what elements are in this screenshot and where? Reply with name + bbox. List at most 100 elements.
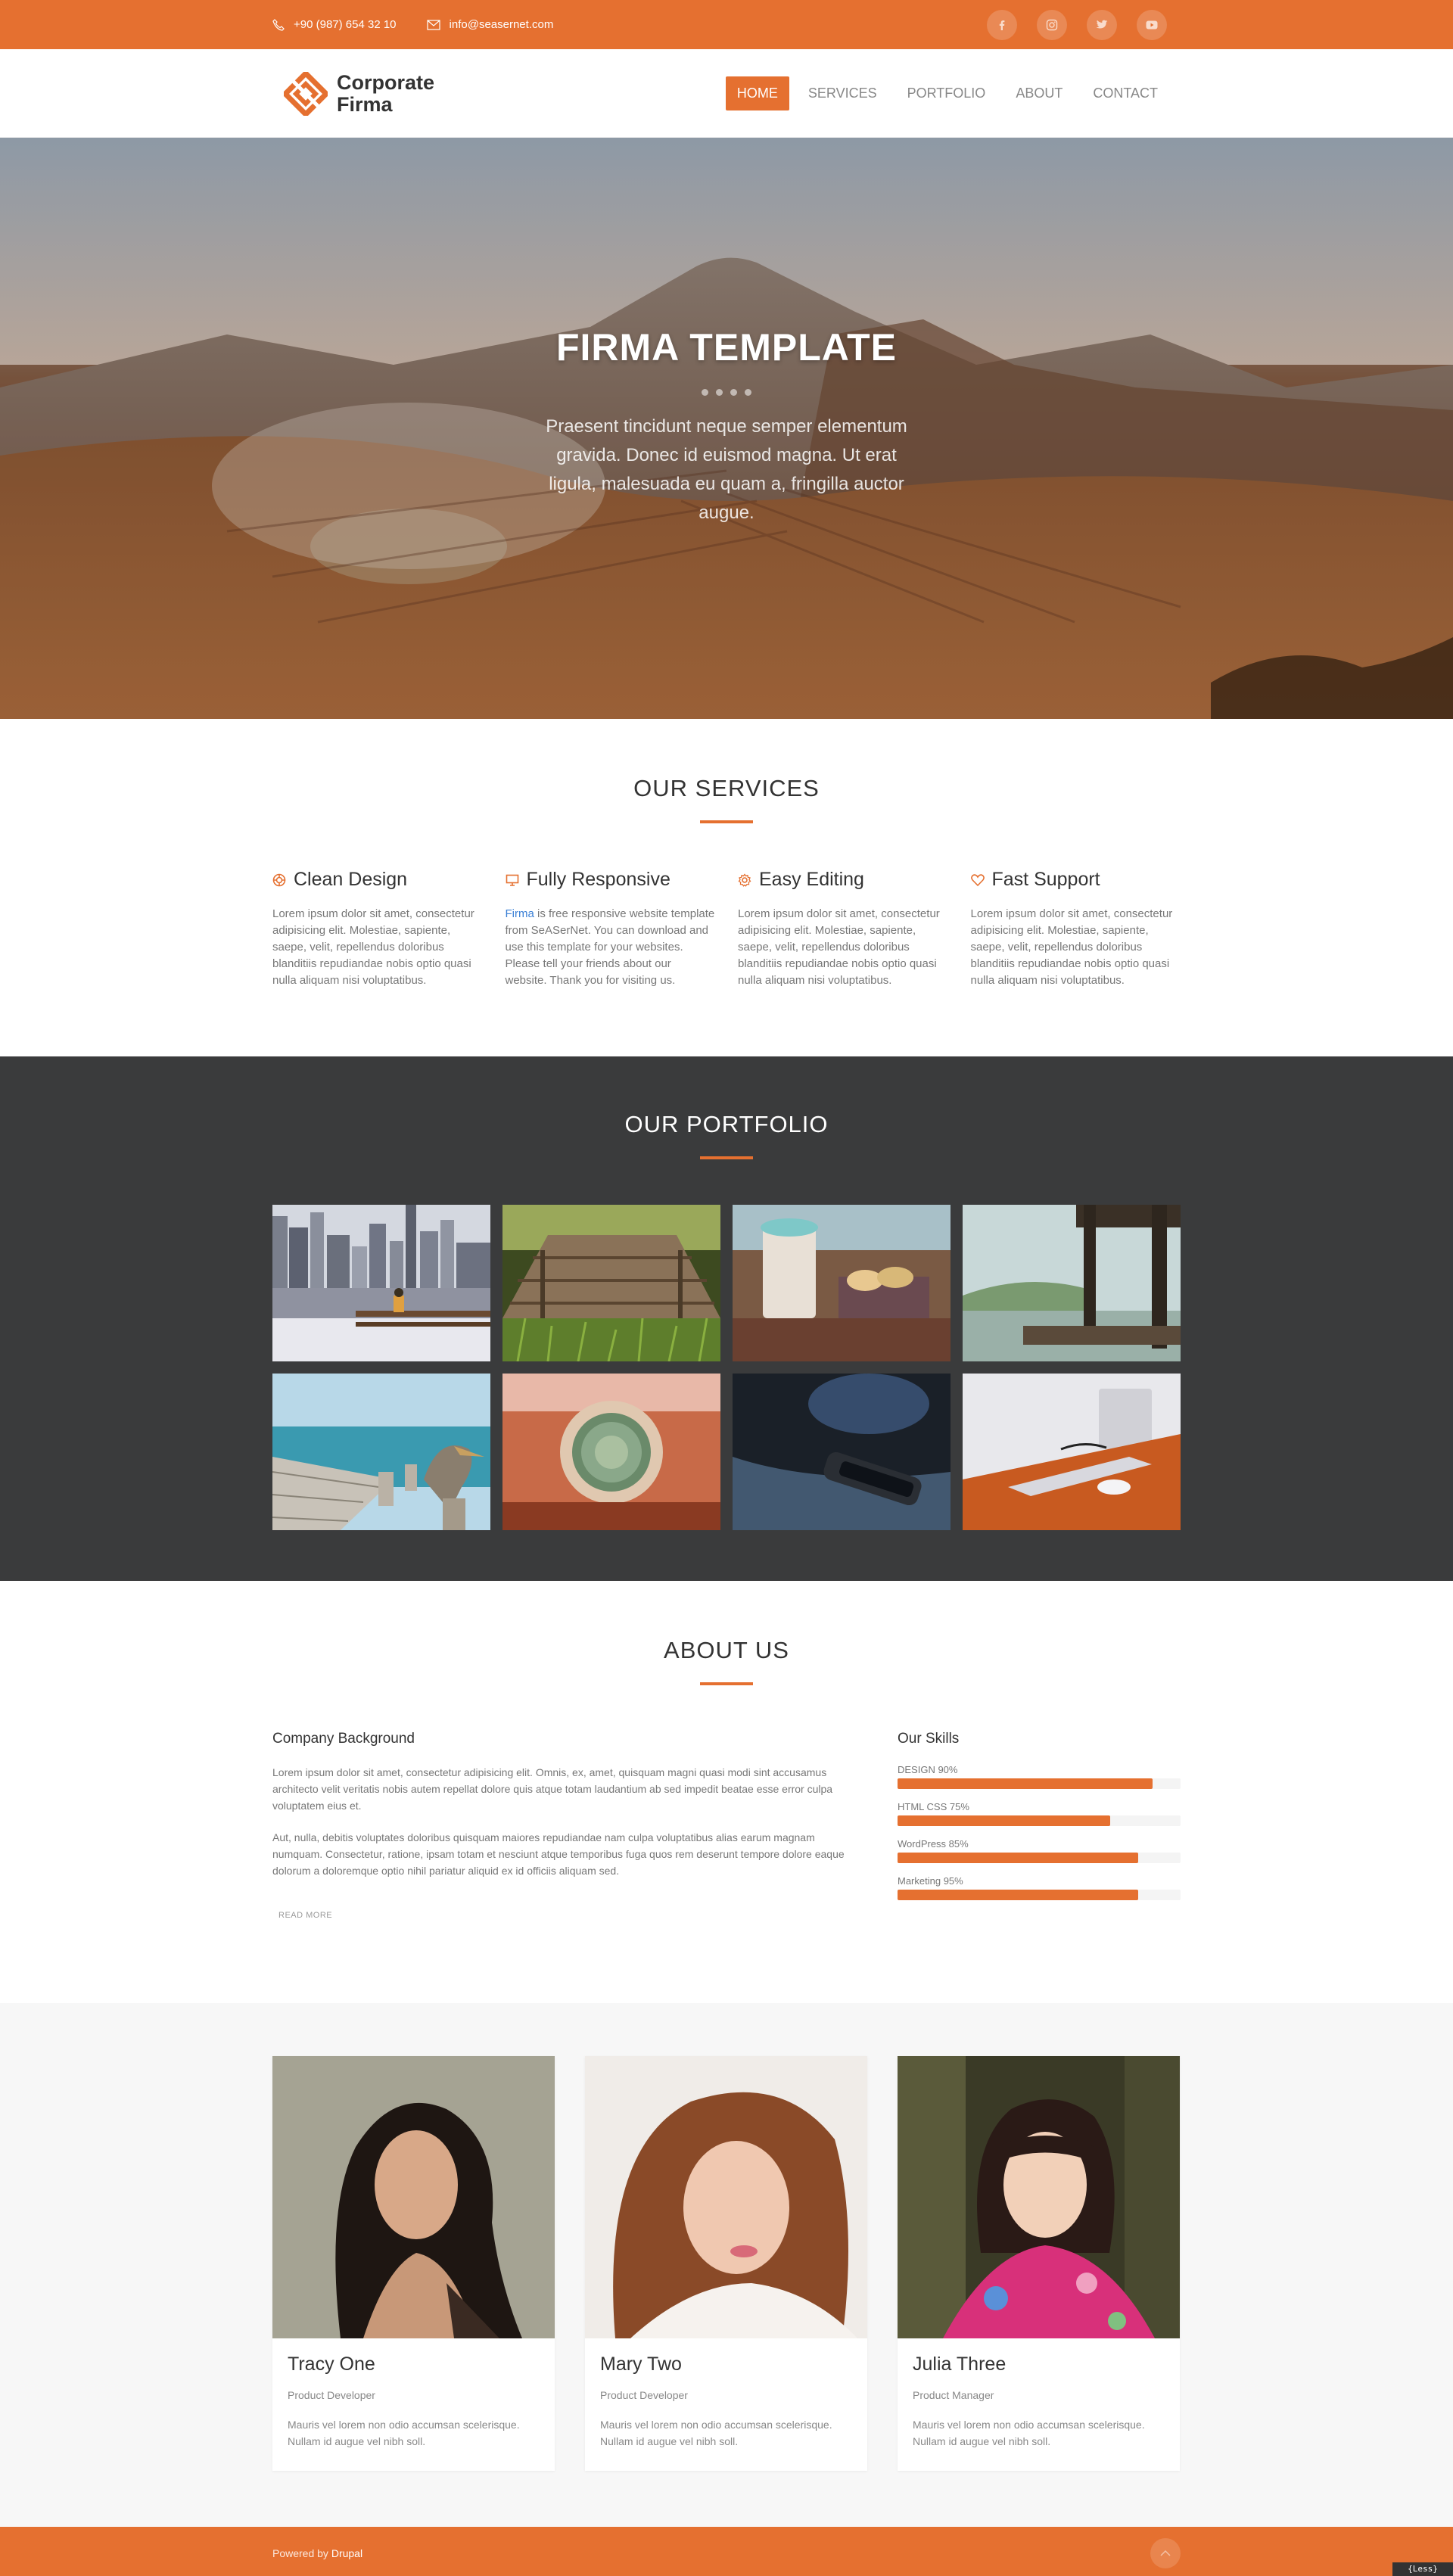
team-member-role: Product Developer — [600, 2389, 688, 2401]
portfolio-item-city-bench[interactable] — [272, 1205, 490, 1361]
nav-services[interactable]: SERVICES — [797, 76, 888, 110]
chevron-up-icon — [1160, 2550, 1171, 2556]
services-section: OUR SERVICES Clean Design Lorem ipsum do… — [0, 719, 1453, 1056]
portfolio-grid — [272, 1205, 1181, 1530]
facebook-icon[interactable] — [987, 9, 1017, 40]
skill-label: DESIGN 90% — [898, 1764, 958, 1775]
powered-by-text: Powered by Drupal — [272, 2547, 362, 2559]
about-section: ABOUT US Company Background Lorem ipsum … — [0, 1581, 1453, 2003]
team-member-name: Tracy One — [288, 2354, 375, 2375]
hero-text: Praesent tincidunt neque semper elementu… — [546, 416, 907, 523]
team-member-bio: Mauris vel lorem non odio accumsan scele… — [913, 2419, 1145, 2447]
about-paragraph-2: Aut, nulla, debitis voluptates doloribus… — [272, 1831, 845, 1877]
email-address[interactable]: info@seasernet.com — [450, 18, 554, 31]
drupal-link[interactable]: Drupal — [331, 2547, 362, 2559]
skill-bar-fill — [898, 1815, 1110, 1826]
service-item-fully-responsive: Fully Responsive Firma is free responsiv… — [506, 869, 716, 989]
portfolio-item-desk-laptop[interactable] — [963, 1374, 1181, 1530]
social-links — [987, 9, 1167, 40]
phone-number: +90 (987) 654 32 10 — [294, 18, 397, 31]
team-section: Tracy One Product Developer Mauris vel l… — [0, 2003, 1453, 2527]
skill-bar-track — [898, 1853, 1181, 1863]
service-title: Clean Design — [294, 869, 408, 890]
portfolio-item-lake-dock[interactable] — [963, 1205, 1181, 1361]
youtube-icon[interactable] — [1137, 9, 1167, 40]
top-bar: +90 (987) 654 32 10 info@seasernet.com — [0, 0, 1453, 49]
logo-line-2: Firma — [337, 92, 393, 116]
title-divider — [700, 1682, 753, 1685]
logo-mark-icon — [284, 71, 328, 116]
skills-title: Our Skills — [898, 1731, 960, 1747]
skills-panel: Our Skills DESIGN 90% HTML CSS 75% WordP… — [898, 1731, 1181, 1921]
slider-dot[interactable] — [716, 389, 723, 396]
phone-icon — [272, 18, 285, 31]
skill-label: Marketing 95% — [898, 1875, 963, 1887]
service-title: Fully Responsive — [526, 869, 670, 890]
skill-label: WordPress 85% — [898, 1838, 969, 1850]
skill-bar-fill — [898, 1890, 1138, 1900]
twitter-icon[interactable] — [1087, 9, 1117, 40]
title-divider — [700, 820, 753, 823]
site-logo[interactable]: Corporate Firma — [284, 70, 435, 116]
team-member-role: Product Manager — [913, 2389, 994, 2401]
site-footer: Powered by Drupal — [0, 2527, 1453, 2576]
skill-wordpress: WordPress 85% — [898, 1838, 1181, 1863]
portfolio-item-pelican-pier[interactable] — [272, 1374, 490, 1530]
logo-line-1: Corporate — [337, 70, 435, 94]
slider-dot[interactable] — [702, 389, 708, 396]
team-member-photo — [585, 2056, 867, 2338]
service-item-clean-design: Clean Design Lorem ipsum dolor sit amet,… — [272, 869, 483, 989]
logo-text: Corporate Firma — [337, 70, 435, 116]
nav-home[interactable]: HOME — [725, 76, 789, 110]
service-text: Firma is free responsive website templat… — [506, 906, 716, 989]
slider-dot[interactable] — [745, 389, 751, 396]
firma-link[interactable]: Firma — [506, 907, 534, 920]
skill-label: HTML CSS 75% — [898, 1801, 969, 1812]
nav-contact[interactable]: CONTACT — [1081, 76, 1169, 110]
services-title: OUR SERVICES — [633, 775, 820, 801]
phone-contact: +90 (987) 654 32 10 — [272, 18, 397, 31]
instagram-icon[interactable] — [1037, 9, 1067, 40]
nav-about[interactable]: ABOUT — [1004, 76, 1074, 110]
team-member-bio: Mauris vel lorem non odio accumsan scele… — [288, 2419, 520, 2447]
service-text: Lorem ipsum dolor sit amet, consectetur … — [738, 907, 940, 987]
slider-dots — [0, 389, 1453, 396]
service-title: Easy Editing — [759, 869, 864, 890]
skill-bar-track — [898, 1778, 1181, 1789]
nav-portfolio[interactable]: PORTFOLIO — [896, 76, 997, 110]
skill-bar-track — [898, 1890, 1181, 1900]
service-item-fast-support: Fast Support Lorem ipsum dolor sit amet,… — [971, 869, 1181, 989]
portfolio-item-cactus[interactable] — [502, 1374, 720, 1530]
read-more-link[interactable]: READ MORE — [278, 1911, 332, 1920]
portfolio-item-wooden-pier[interactable] — [502, 1205, 720, 1361]
team-member-role: Product Developer — [288, 2389, 375, 2401]
skill-design: DESIGN 90% — [898, 1764, 1181, 1789]
skill-bar-track — [898, 1815, 1181, 1826]
title-divider — [700, 1156, 753, 1159]
team-member-card: Tracy One Product Developer Mauris vel l… — [272, 2056, 555, 2471]
service-text: Lorem ipsum dolor sit amet, consectetur … — [272, 907, 474, 987]
powered-by-label: Powered by — [272, 2547, 331, 2559]
slider-dot[interactable] — [730, 389, 737, 396]
portfolio-item-smartphone[interactable] — [733, 1374, 951, 1530]
main-nav: HOME SERVICES PORTFOLIO ABOUT CONTACT — [725, 76, 1169, 110]
service-text: Lorem ipsum dolor sit amet, consectetur … — [970, 907, 1173, 987]
back-to-top-button[interactable] — [1150, 2538, 1181, 2568]
about-title: ABOUT US — [664, 1637, 789, 1663]
team-member-name: Julia Three — [913, 2354, 1007, 2375]
email-contact[interactable]: info@seasernet.com — [426, 18, 554, 31]
less-badge[interactable]: {Less} — [1392, 2562, 1453, 2576]
hero-title: FIRMA TEMPLATE — [555, 326, 898, 369]
team-member-photo — [898, 2056, 1180, 2338]
skill-html-css: HTML CSS 75% — [898, 1801, 1181, 1826]
team-member-name: Mary Two — [600, 2354, 682, 2375]
hero-content: FIRMA TEMPLATE Praesent tincidunt neque … — [0, 325, 1453, 527]
team-member-photo — [272, 2056, 555, 2338]
portfolio-title: OUR PORTFOLIO — [624, 1111, 829, 1137]
portfolio-item-coffee-cookies[interactable] — [733, 1205, 951, 1361]
heart-icon — [970, 873, 985, 886]
site-header: Corporate Firma HOME SERVICES PORTFOLIO … — [0, 49, 1453, 138]
mail-icon — [426, 19, 440, 30]
skill-marketing: Marketing 95% — [898, 1875, 1181, 1900]
skill-bar-fill — [898, 1778, 1153, 1789]
